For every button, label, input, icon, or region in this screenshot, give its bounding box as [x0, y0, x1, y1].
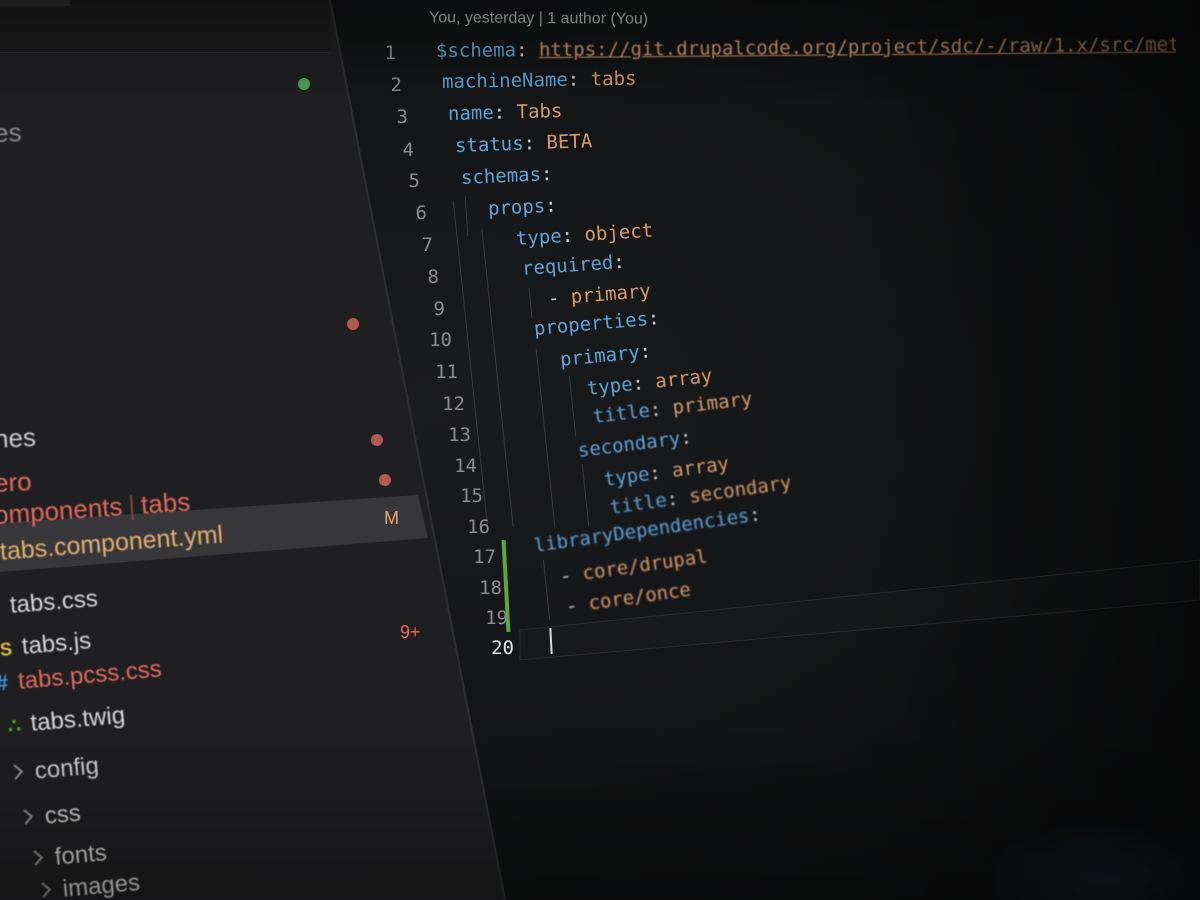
editor-window: es hes ero omponents | tabs tabs.component…	[0, 0, 1200, 900]
current-line-highlight	[519, 559, 1200, 661]
